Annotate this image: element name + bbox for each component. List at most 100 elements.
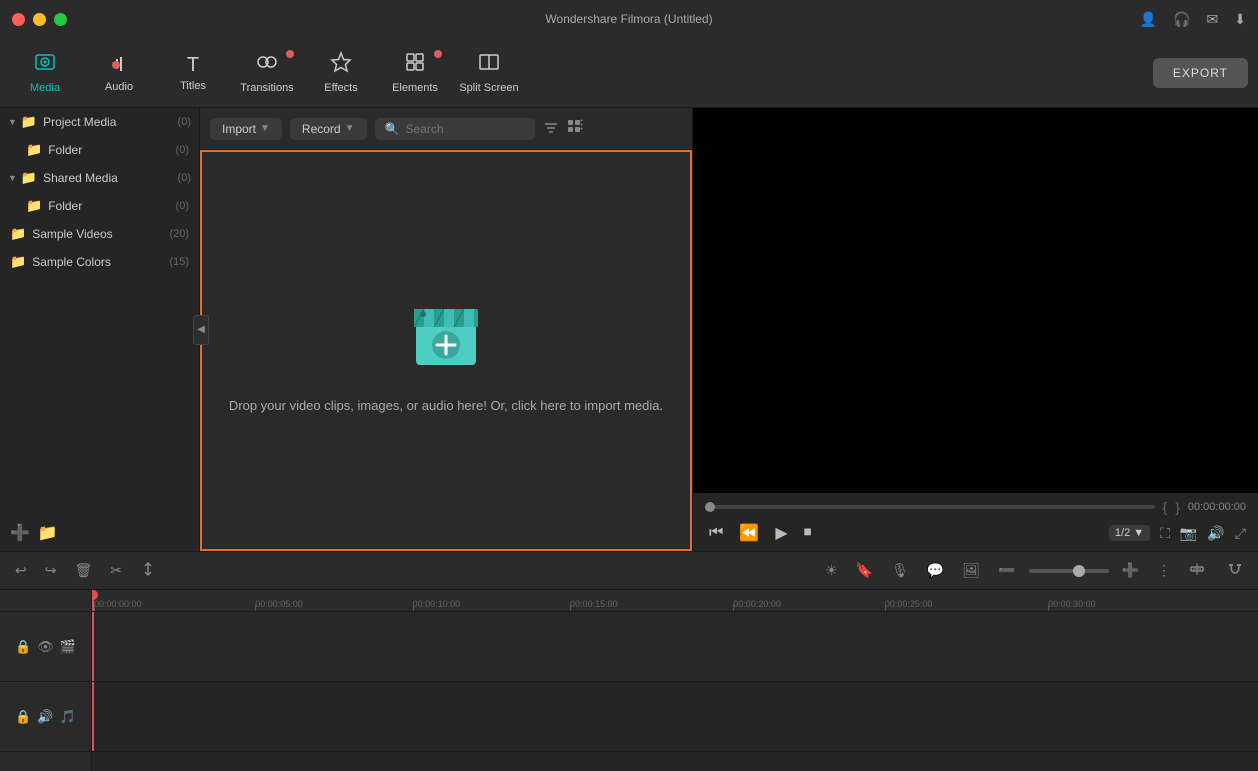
timeline-zoom-slider[interactable]	[1029, 569, 1109, 573]
sidebar-collapse-button[interactable]: ◀	[193, 315, 209, 345]
screenshot-icon[interactable]: 📷	[1180, 525, 1197, 542]
media-drop-area[interactable]: Drop your video clips, images, or audio …	[200, 150, 692, 551]
video-track-eye-icon[interactable]: 👁	[37, 639, 54, 655]
volume-icon[interactable]: 🔊	[1207, 525, 1224, 542]
zoom-in-icon[interactable]: ➕	[1117, 559, 1144, 582]
toolbar-item-transitions[interactable]: Transitions	[232, 42, 302, 104]
search-bar[interactable]: 🔍	[375, 118, 535, 140]
minimize-button[interactable]	[33, 13, 46, 26]
toolbar-item-elements[interactable]: Elements	[380, 42, 450, 104]
audio-track-lock-icon[interactable]: 🔒	[15, 709, 31, 725]
toolbar-item-split-screen[interactable]: Split Screen	[454, 42, 524, 104]
add-media-icon[interactable]: ➕	[10, 523, 30, 543]
timeline-ruler: 00:00:00:00 00:00:05:00 00:00:10:00 00:0…	[92, 590, 1258, 612]
split-screen-icon	[478, 51, 500, 79]
preview-progress: { } 00:00:00:00	[705, 499, 1246, 515]
titlebar-right-icons: 👤 🎧 ✉ ⬇	[1140, 11, 1246, 28]
delete-button[interactable]: 🗑	[69, 559, 97, 582]
timeline-playhead-video	[92, 612, 94, 681]
sidebar-item-sample-colors[interactable]: 📁 Sample Colors (15)	[0, 248, 199, 276]
folder-icon: 📁	[21, 114, 37, 130]
grid-view-icon[interactable]	[567, 119, 583, 138]
toolbar-item-media[interactable]: Media	[10, 42, 80, 104]
elements-label: Elements	[392, 82, 438, 94]
record-button[interactable]: Record ▼	[290, 118, 367, 140]
account-icon[interactable]: 👤	[1140, 11, 1157, 28]
toolbar-item-titles[interactable]: T Titles	[158, 42, 228, 104]
mark-out-button[interactable]: }	[1175, 499, 1180, 515]
undo-button[interactable]: ↩	[10, 559, 32, 582]
export-button[interactable]: EXPORT	[1153, 58, 1248, 88]
folder-icon: 📁	[26, 198, 42, 214]
zoom-out-icon[interactable]: ➖	[993, 559, 1020, 582]
fullscreen-icon[interactable]: ⛶	[1160, 525, 1170, 542]
sidebar-bottom-toolbar: ➕ 📁	[0, 515, 199, 551]
folder-icon: 📁	[26, 142, 42, 158]
ruler-mark-5: 00:00:05:00	[255, 599, 303, 609]
step-back-button[interactable]: ⏪	[735, 521, 763, 545]
search-icon: 🔍	[385, 122, 400, 136]
audio-track-volume-icon[interactable]: 🔊	[37, 709, 53, 725]
sun-icon[interactable]: ☀	[820, 559, 843, 582]
audio-icon	[108, 58, 130, 80]
mail-icon[interactable]: ✉	[1207, 11, 1219, 28]
maximize-button[interactable]	[54, 13, 67, 26]
redo-button[interactable]: ↪	[40, 559, 62, 582]
toolbar-item-audio[interactable]: Audio	[84, 42, 154, 104]
folder2-count: (0)	[176, 200, 189, 212]
sidebar-item-folder2[interactable]: 📁 Folder (0)	[0, 192, 199, 220]
bookmark-icon[interactable]: 🔖	[851, 559, 878, 582]
record-dropdown-arrow: ▼	[345, 123, 355, 134]
search-input[interactable]	[405, 122, 525, 136]
folder-icon: 📁	[21, 170, 37, 186]
preview-zoom-select[interactable]: 1/2 ▼	[1109, 525, 1150, 541]
toolbar-item-effects[interactable]: Effects	[306, 42, 376, 104]
effects-icon	[330, 51, 352, 79]
sample-colors-label: Sample Colors	[32, 255, 111, 269]
headphones-icon[interactable]: 🎧	[1173, 11, 1190, 28]
chevron-down-icon: ▼	[8, 117, 17, 127]
folder-icon: 📁	[10, 254, 26, 270]
mark-in-button[interactable]: {	[1163, 499, 1168, 515]
preview-controls: { } 00:00:00:00 ⏮ ⏪ ▶ ⏹ 1/2 ▼	[693, 493, 1258, 551]
preview-progress-bar[interactable]	[705, 505, 1155, 509]
sidebar-section-project-media[interactable]: ▼ 📁 Project Media (0)	[0, 108, 199, 136]
expand-icon[interactable]: ⤢	[1235, 525, 1246, 542]
download-icon[interactable]: ⬇	[1234, 11, 1246, 28]
thumbnail-icon[interactable]: 🖼	[957, 559, 985, 582]
sidebar-item-folder1[interactable]: 📁 Folder (0)	[0, 136, 199, 164]
video-track-lock-icon[interactable]: 🔒	[15, 639, 31, 655]
add-track-button[interactable]	[1184, 558, 1210, 583]
voice-icon[interactable]: 🎙	[886, 559, 914, 582]
play-to-start-button[interactable]: ⏮	[705, 522, 727, 544]
split-button[interactable]	[135, 558, 161, 583]
media-drop-text: Drop your video clips, images, or audio …	[229, 396, 663, 417]
snap-magnet-button[interactable]	[1222, 558, 1248, 583]
shared-media-count: (0)	[178, 172, 191, 184]
media-label: Media	[30, 82, 60, 94]
chevron-down-icon: ▼	[8, 173, 17, 183]
import-button[interactable]: Import ▼	[210, 118, 282, 140]
more-options-icon[interactable]: ⋮	[1152, 559, 1176, 582]
filter-icon[interactable]	[543, 119, 559, 138]
sidebar-item-sample-videos[interactable]: 📁 Sample Videos (20)	[0, 220, 199, 248]
transitions-badge	[286, 50, 294, 58]
cut-button[interactable]: ✂	[105, 559, 127, 582]
preview-right-controls: 1/2 ▼ ⛶ 📷 🔊 ⤢	[1109, 525, 1246, 542]
caption-icon[interactable]: 💬	[922, 559, 949, 582]
titles-label: Titles	[180, 80, 206, 92]
folder2-label: Folder	[48, 199, 82, 213]
media-drop-icon	[401, 285, 491, 380]
close-button[interactable]	[12, 13, 25, 26]
zoom-ratio-label: 1/2	[1115, 527, 1130, 539]
stop-button[interactable]: ⏹	[800, 522, 816, 544]
ruler-mark-15: 00:00:15:00	[570, 599, 618, 609]
preview-progress-thumb	[705, 502, 715, 512]
video-track-lane[interactable]	[92, 612, 1258, 682]
app-body: ▼ 📁 Project Media (0) 📁 Folder (0) ▼ 📁 S…	[0, 108, 1258, 771]
play-button[interactable]: ▶	[771, 521, 791, 545]
sidebar-section-shared-media[interactable]: ▼ 📁 Shared Media (0)	[0, 164, 199, 192]
audio-track-lane[interactable]	[92, 682, 1258, 752]
create-folder-icon[interactable]: 📁	[38, 523, 58, 543]
timeline-tracks: 00:00:00:00 00:00:05:00 00:00:10:00 00:0…	[92, 590, 1258, 771]
